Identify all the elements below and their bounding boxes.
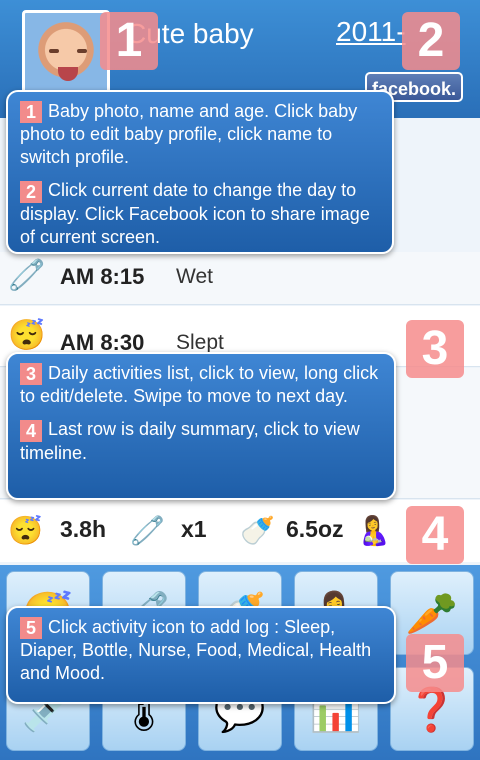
nurse-icon: 🤱	[356, 515, 391, 546]
tip-number: 5	[20, 617, 42, 640]
diaper-icon: 🧷	[8, 259, 46, 292]
bottle-icon: 🍼	[240, 515, 275, 546]
tip-number: 1	[20, 101, 42, 124]
tutorial-badge-5: 5	[406, 634, 464, 692]
baby-eye	[77, 49, 87, 53]
log-time: AM 8:15	[60, 264, 145, 289]
tip-number: 2	[20, 180, 42, 203]
tutorial-tip-header: 1 Baby photo, name and age. Click baby ph…	[6, 90, 394, 254]
tutorial-badge-2: 2	[402, 12, 460, 70]
tip-text: Last row is daily summary, click to view…	[20, 419, 360, 463]
tip-number: 4	[20, 419, 42, 442]
tip-text: Click activity icon to add log : Sleep, …	[20, 617, 372, 684]
tip-text: Daily activities list, click to view, lo…	[20, 363, 379, 407]
sleep-baby-icon: 😴	[8, 319, 46, 352]
summary-diaper: x1	[181, 516, 207, 542]
current-date[interactable]: 2011-	[336, 16, 406, 48]
tutorial-tip-list: 3 Daily activities list, click to view, l…	[6, 352, 396, 500]
tutorial-tip-grid: 5 Click activity icon to add log : Sleep,…	[6, 606, 396, 704]
tutorial-badge-4: 4	[406, 506, 464, 564]
tutorial-badge-1: 1	[100, 12, 158, 70]
baby-eye	[49, 49, 59, 53]
summary-bottle: 6.5oz	[286, 516, 344, 542]
diaper-icon: 🧷	[130, 515, 165, 546]
tutorial-badge-3: 3	[406, 320, 464, 378]
tip-text: Baby photo, name and age. Click baby pho…	[20, 101, 358, 168]
baby-mouth	[58, 67, 78, 81]
log-activity: Wet	[176, 265, 213, 288]
tip-number: 3	[20, 363, 42, 386]
list-item[interactable]: 🧷 AM 8:15 Wet	[0, 252, 480, 305]
baby-photo[interactable]	[22, 10, 110, 98]
summary-sleep: 3.8h	[60, 516, 107, 542]
sleep-icon: 😴	[8, 515, 43, 546]
tip-text: Click current date to change the day to …	[20, 180, 370, 247]
